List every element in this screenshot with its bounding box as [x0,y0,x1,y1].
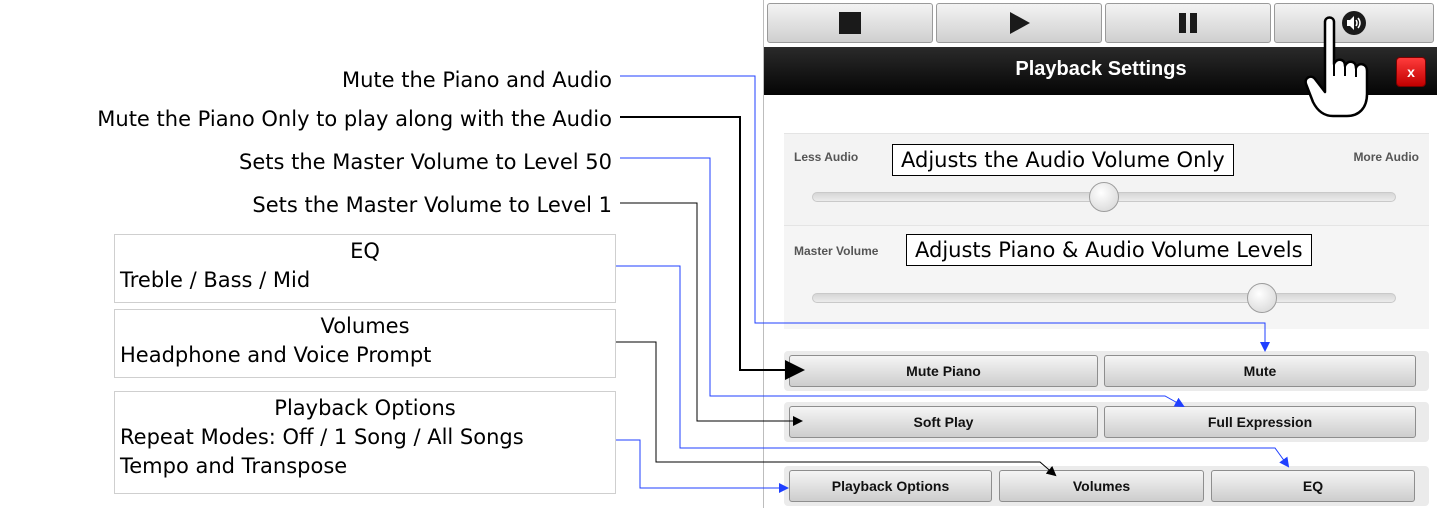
connector-playback-options [616,439,789,493]
connector-volumes [616,341,1057,477]
connector-lines [616,75,1290,493]
connector-eq [616,265,1290,468]
connector-master-50 [620,157,1185,407]
